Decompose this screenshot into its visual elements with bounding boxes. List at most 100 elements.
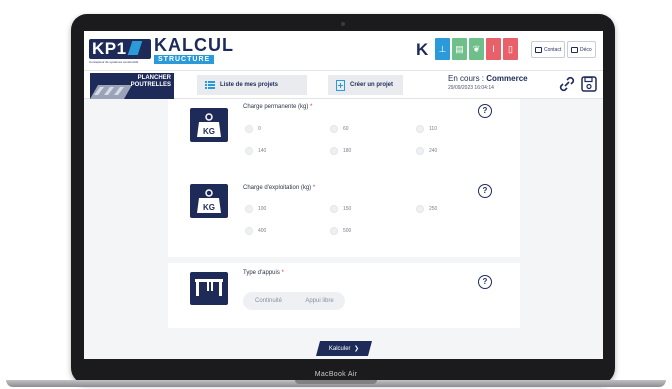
radio-option[interactable]: 150: [330, 205, 351, 213]
radio-option[interactable]: 180: [330, 147, 351, 155]
radio-dot: [245, 147, 253, 155]
radio-label: 140: [258, 148, 267, 154]
radio-dot: [245, 125, 253, 133]
device-label: MacBook Air: [314, 371, 358, 378]
required-mark: *: [310, 104, 313, 110]
projects-list-label: Liste de mes projets: [220, 82, 279, 88]
help-icon[interactable]: ?: [478, 184, 492, 198]
support-beam-icon: [195, 279, 223, 296]
sub-header: PLANCHER POUTRELLES Liste de mes projets…: [84, 71, 603, 99]
list-icon: [205, 81, 215, 89]
weight-icon: KG: [197, 189, 221, 213]
radio-dot: [330, 227, 338, 235]
radio-option[interactable]: 500: [330, 227, 351, 235]
save-icon[interactable]: [580, 75, 598, 93]
radio-dot: [245, 205, 253, 213]
slash-mark: [127, 41, 142, 55]
kg-weight-badge: KG: [190, 108, 228, 142]
new-document-icon: [336, 79, 345, 91]
base-notch: [295, 380, 377, 384]
product-title-line1: PLANCHER: [137, 75, 171, 81]
status-date: 29/09/2023 16:04:14: [448, 85, 494, 91]
radio-option[interactable]: 400: [245, 227, 266, 235]
kg-weight-badge: KG: [190, 184, 228, 218]
current-project-status: En cours : Commerce: [448, 74, 528, 83]
radio-dot: [416, 125, 424, 133]
radio-label: 150: [343, 206, 352, 212]
k-logo: K: [416, 40, 429, 59]
calculate-button[interactable]: Kalculer ❯: [315, 341, 373, 356]
thermometer-app-icon[interactable]: ǀ: [486, 38, 501, 60]
radio-label: 100: [258, 206, 267, 212]
logout-icon: [571, 46, 578, 53]
product-title: PLANCHER POUTRELLES: [131, 75, 171, 89]
calculate-label: Kalculer: [329, 345, 351, 352]
radio-dot: [330, 205, 338, 213]
permanent-load-label: Charge permanente (kg) *: [243, 104, 312, 110]
help-icon[interactable]: ?: [478, 104, 492, 118]
chevron-right-icon: ❯: [353, 346, 359, 352]
required-mark: *: [312, 185, 316, 191]
logout-button[interactable]: Déco: [567, 41, 596, 58]
free-support-option[interactable]: Appui libre: [294, 298, 345, 304]
continuity-option[interactable]: Continuité: [243, 298, 294, 304]
status-value: Commerce: [486, 74, 528, 83]
product-title-line2: POUTRELLES: [130, 82, 171, 88]
support-type-toggle[interactable]: Continuité Appui libre: [243, 292, 345, 310]
radio-label: 240: [429, 148, 438, 154]
leaf-app-icon[interactable]: ❦: [469, 38, 484, 60]
radio-option[interactable]: 60: [330, 125, 349, 133]
link-icon[interactable]: [558, 75, 576, 93]
book-app-icon[interactable]: ▯: [503, 38, 518, 60]
contact-button[interactable]: Contact: [531, 41, 566, 58]
radio-dot: [245, 227, 253, 235]
create-project-button[interactable]: Créer un projet: [328, 75, 403, 95]
help-icon[interactable]: ?: [478, 275, 492, 289]
structure-badge: STRUCTURE: [154, 55, 215, 64]
support-type-badge: [190, 272, 228, 305]
logo-tagline: Concepteur de systèmes constructifs: [89, 60, 139, 64]
radio-label: 180: [343, 148, 352, 154]
mail-icon: [535, 46, 542, 53]
radio-option[interactable]: 140: [245, 147, 266, 155]
kg-badge-text: KG: [203, 203, 215, 212]
loads-card: KG Charge permanente (kg) * ? 0 60 110 1…: [168, 99, 520, 257]
radio-option[interactable]: 240: [416, 147, 437, 155]
weight-icon: KG: [197, 113, 221, 137]
radio-option[interactable]: 0: [245, 125, 261, 133]
radio-dot: [330, 125, 338, 133]
radio-label: 0: [258, 126, 261, 132]
radio-label: 110: [429, 126, 437, 132]
kalcul-logo: KALCUL: [154, 35, 234, 55]
app-screen: KP1 Concepteur de systèmes constructifs …: [84, 31, 603, 359]
structure-app-icon[interactable]: ⊥: [435, 38, 450, 60]
exploitation-load-label: Charge d'exploitation (kg) *: [243, 185, 315, 191]
radio-label: 60: [343, 126, 349, 132]
kp1-logo[interactable]: KP1: [89, 39, 151, 59]
radio-option[interactable]: 100: [245, 205, 266, 213]
stage: KP1 Concepteur de systèmes constructifs …: [0, 0, 672, 389]
kp1-logo-text: KP1: [92, 39, 127, 58]
radio-label: 500: [343, 228, 352, 234]
radio-dot: [416, 147, 424, 155]
permanent-load-label-text: Charge permanente (kg): [243, 104, 309, 110]
camera: [341, 22, 345, 26]
product-tile[interactable]: PLANCHER POUTRELLES: [90, 73, 174, 99]
status-prefix: En cours :: [448, 74, 485, 83]
support-card: Type d'appuis * ? Continuité Appui libre: [168, 263, 520, 328]
app-switcher: ⊥ ▤ ❦ ǀ ▯: [435, 38, 518, 60]
projects-list-button[interactable]: Liste de mes projets: [197, 75, 307, 95]
radio-option[interactable]: 250: [416, 205, 437, 213]
radio-dot: [330, 147, 338, 155]
logout-label: Déco: [580, 46, 592, 53]
radio-label: 250: [429, 206, 438, 212]
radio-dot: [416, 205, 424, 213]
top-header: KP1 Concepteur de systèmes constructifs …: [84, 31, 603, 71]
radio-label: 400: [258, 228, 267, 234]
support-type-label-text: Type d'appuis: [243, 270, 280, 276]
create-project-label: Créer un projet: [350, 82, 394, 88]
contact-label: Contact: [544, 46, 562, 53]
document-app-icon[interactable]: ▤: [452, 38, 467, 60]
radio-option[interactable]: 110: [416, 125, 437, 133]
exploitation-load-label-text: Charge d'exploitation (kg): [243, 185, 312, 191]
